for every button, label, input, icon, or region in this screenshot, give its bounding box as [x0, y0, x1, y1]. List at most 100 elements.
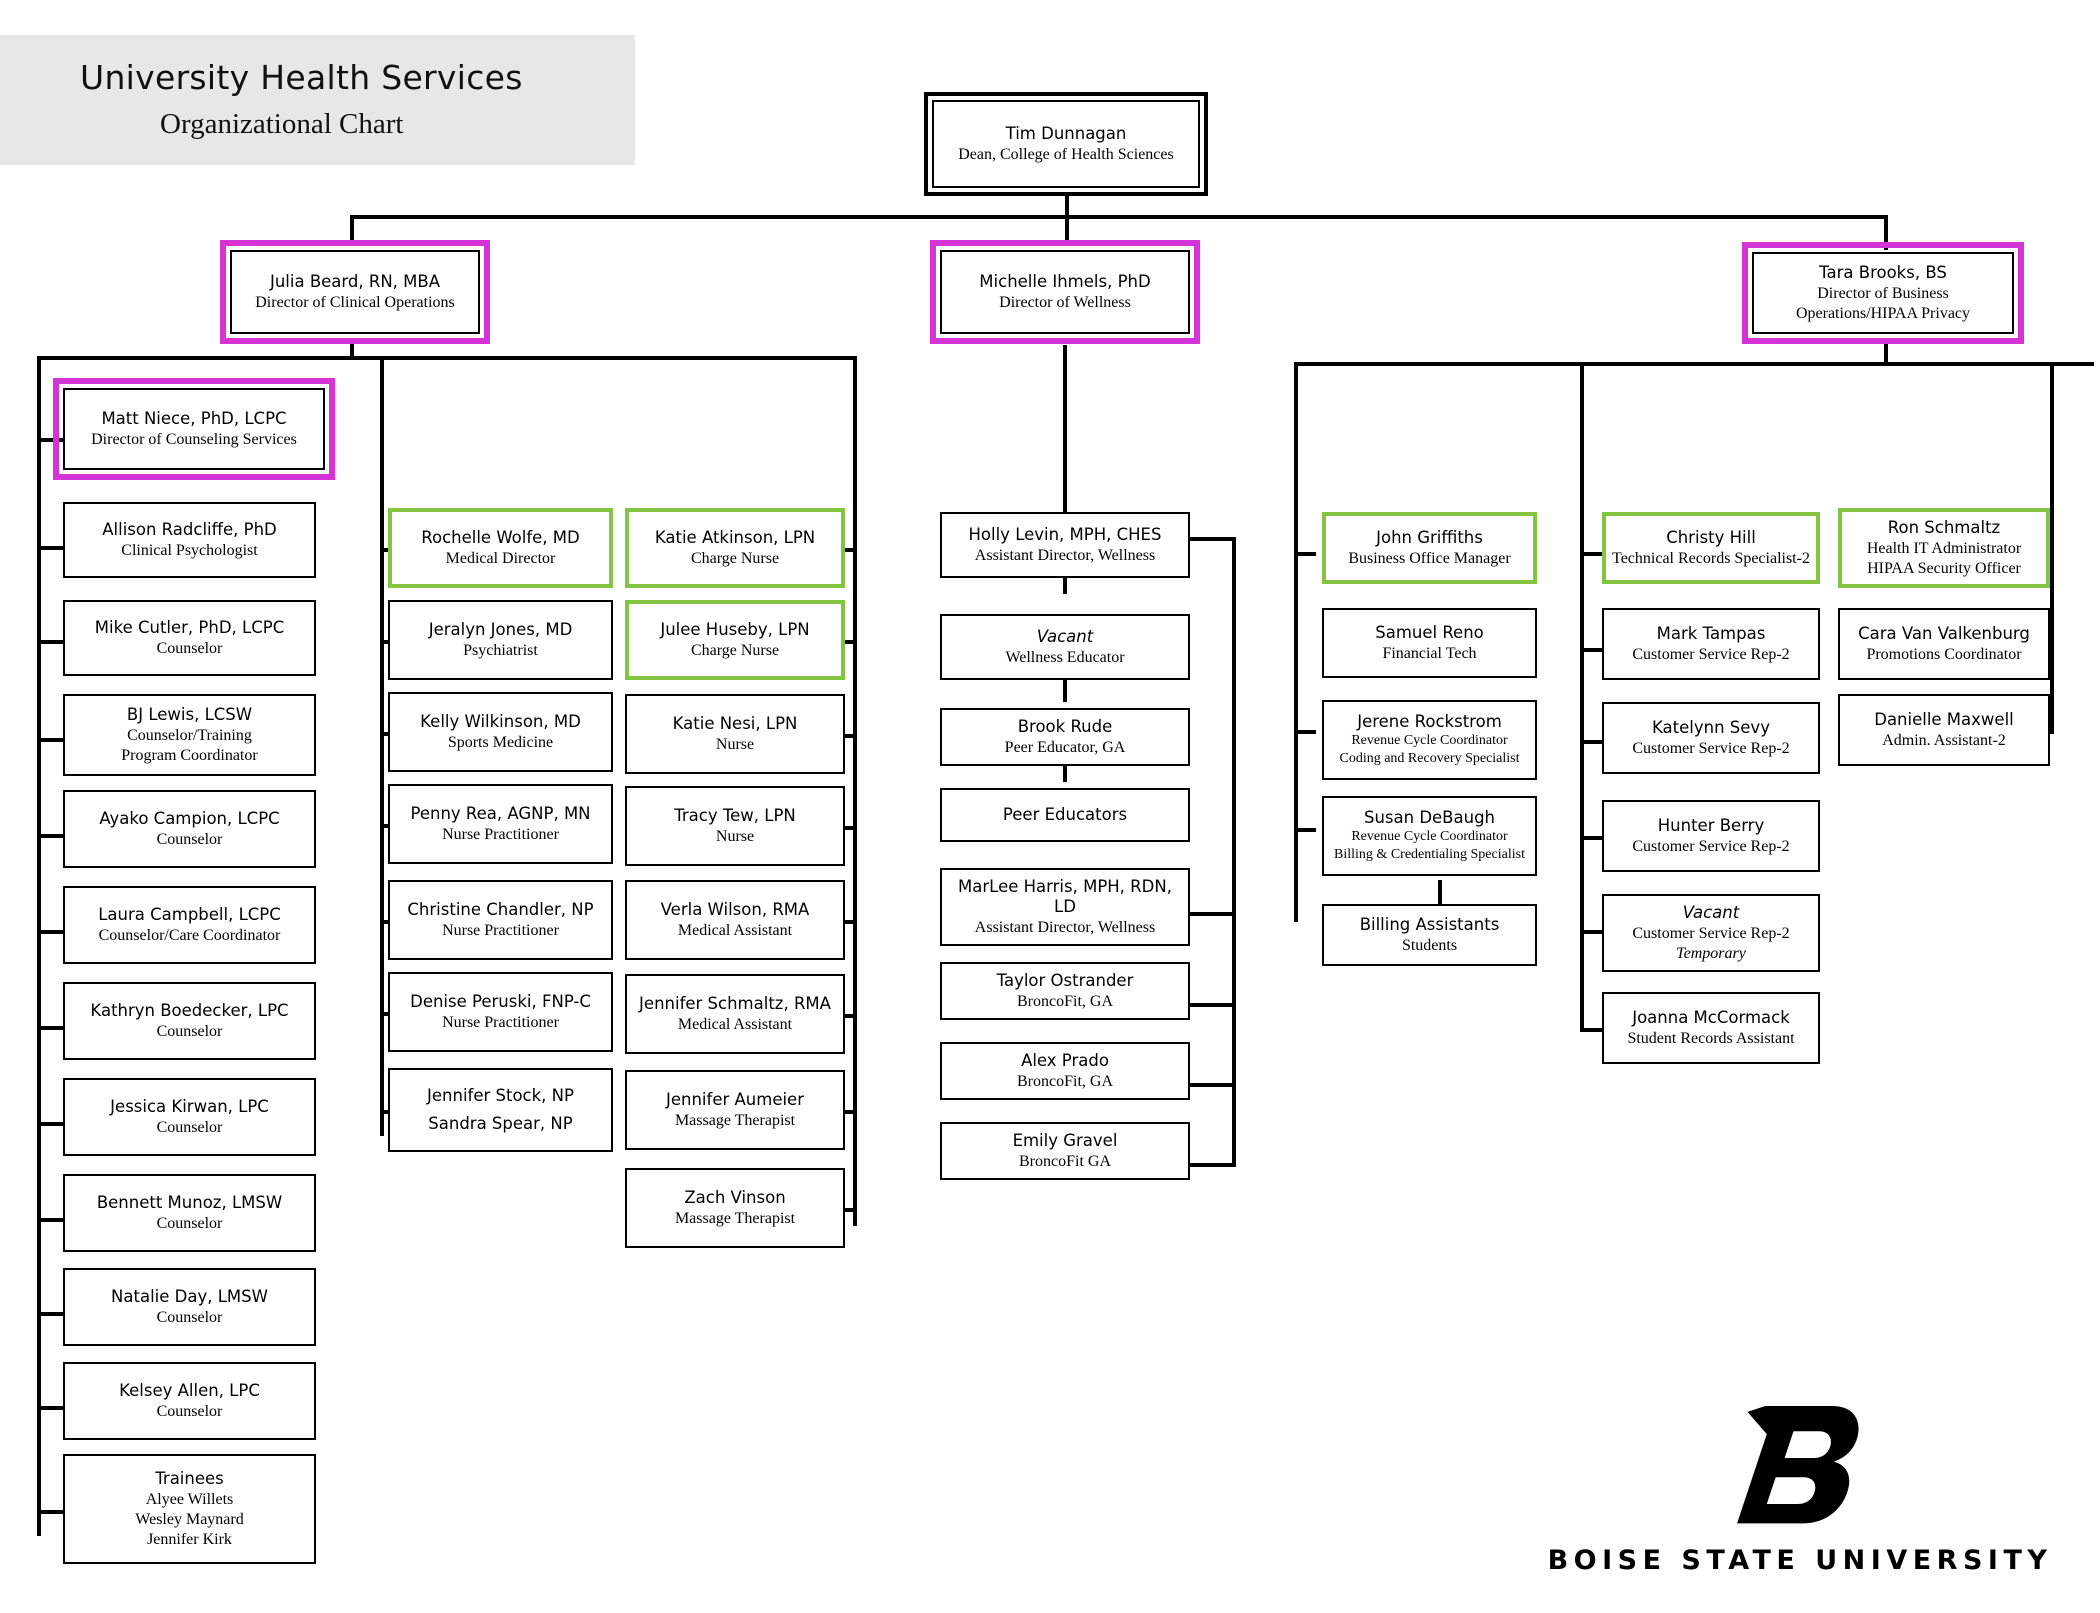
logo-wordmark: BOISE STATE UNIVERSITY: [1547, 1545, 2053, 1576]
node-title: Counselor: [156, 1402, 223, 1420]
node-c8[interactable]: Bennett Munoz, LMSW Counselor: [63, 1174, 316, 1252]
node-title: Wellness Educator: [1005, 648, 1125, 666]
node-title-2: HIPAA Security Officer: [1867, 560, 2021, 578]
node-title-2: Coding and Recovery Specialist: [1339, 751, 1520, 767]
node-c9[interactable]: Natalie Day, LMSW Counselor: [63, 1268, 316, 1346]
node-s3[interactable]: Katelynn Sevy Customer Service Rep-2: [1602, 702, 1820, 774]
node-name: Christy Hill: [1666, 527, 1756, 547]
stub: [1294, 730, 1316, 734]
node-w8[interactable]: Emily Gravel BroncoFit GA: [940, 1122, 1190, 1180]
trunk-business: [1294, 362, 1298, 922]
node-c10[interactable]: Kelsey Allen, LPC Counselor: [63, 1362, 316, 1440]
node-m4[interactable]: Penny Rea, AGNP, MN Nurse Practitioner: [388, 784, 613, 864]
node-title: Clinical Psychologist: [121, 541, 258, 559]
node-n8[interactable]: Zach Vinson Massage Therapist: [625, 1168, 845, 1248]
node-name: Christine Chandler, NP: [407, 899, 594, 919]
node-title: Massage Therapist: [674, 1111, 796, 1129]
node-title: Medical Assistant: [677, 1015, 793, 1033]
page-subtitle: Organizational Chart: [160, 108, 404, 140]
node-s6[interactable]: Joanna McCormack Student Records Assista…: [1602, 992, 1820, 1064]
node-director-clinical-operations[interactable]: Julia Beard, RN, MBA Director of Clinica…: [220, 240, 490, 344]
node-director-wellness[interactable]: Michelle Ihmels, PhD Director of Wellnes…: [930, 240, 1200, 344]
node-m3[interactable]: Kelly Wilkinson, MD Sports Medicine: [388, 692, 613, 772]
node-m7[interactable]: Jennifer Stock, NP Sandra Spear, NP: [388, 1068, 613, 1152]
node-director-business-operations[interactable]: Tara Brooks, BS Director of Business Ope…: [1742, 242, 2024, 344]
node-s5[interactable]: Vacant Customer Service Rep-2 Temporary: [1602, 894, 1820, 972]
node-name: Billing Assistants: [1359, 914, 1500, 934]
node-b5[interactable]: Billing Assistants Students: [1322, 904, 1537, 966]
node-name: Matt Niece, PhD, LCPC: [101, 408, 287, 428]
node-name: Zach Vinson: [684, 1187, 786, 1207]
stub: [37, 1122, 63, 1126]
stub: [1190, 912, 1236, 916]
stub: [1190, 1003, 1236, 1007]
node-c4[interactable]: Ayako Campion, LCPC Counselor: [63, 790, 316, 868]
node-b3[interactable]: Jerene Rockstrom Revenue Cycle Coordinat…: [1322, 700, 1537, 780]
node-i3[interactable]: Danielle Maxwell Admin. Assistant-2: [1838, 694, 2050, 766]
node-c5[interactable]: Laura Campbell, LCPC Counselor/Care Coor…: [63, 886, 316, 964]
node-s2[interactable]: Mark Tampas Customer Service Rep-2: [1602, 608, 1820, 680]
stub: [1438, 880, 1442, 904]
node-name: Trainees: [155, 1468, 224, 1488]
stub: [1294, 828, 1316, 832]
node-m1[interactable]: Rochelle Wolfe, MD Medical Director: [388, 508, 613, 588]
node-s4[interactable]: Hunter Berry Customer Service Rep-2: [1602, 800, 1820, 872]
node-c3[interactable]: BJ Lewis, LCSW Counselor/Training Progra…: [63, 694, 316, 776]
node-m2[interactable]: Jeralyn Jones, MD Psychiatrist: [388, 600, 613, 680]
node-w5[interactable]: MarLee Harris, MPH, RDN, LD Assistant Di…: [940, 868, 1190, 946]
node-title: Charge Nurse: [690, 549, 780, 567]
node-s1[interactable]: Christy Hill Technical Records Specialis…: [1602, 512, 1820, 584]
node-n7[interactable]: Jennifer Aumeier Massage Therapist: [625, 1070, 845, 1150]
stub: [1063, 680, 1067, 702]
node-b2[interactable]: Samuel Reno Financial Tech: [1322, 608, 1537, 678]
node-director-counseling[interactable]: Matt Niece, PhD, LCPC Director of Counse…: [53, 378, 335, 480]
node-c1[interactable]: Allison Radcliffe, PhD Clinical Psycholo…: [63, 502, 316, 578]
node-dean[interactable]: Tim Dunnagan Dean, College of Health Sci…: [932, 100, 1200, 188]
node-b1[interactable]: John Griffiths Business Office Manager: [1322, 512, 1537, 584]
node-w6[interactable]: Taylor Ostrander BroncoFit, GA: [940, 962, 1190, 1020]
node-n1[interactable]: Katie Atkinson, LPN Charge Nurse: [625, 508, 845, 588]
node-name: Rochelle Wolfe, MD: [421, 527, 580, 547]
node-m5[interactable]: Christine Chandler, NP Nurse Practitione…: [388, 880, 613, 960]
node-title: Nurse: [715, 827, 755, 845]
node-name: Vacant: [1036, 626, 1094, 646]
node-title: Counselor/Training: [127, 726, 252, 744]
node-title: BroncoFit, GA: [1017, 992, 1113, 1010]
node-w1[interactable]: Holly Levin, MPH, CHES Assistant Directo…: [940, 512, 1190, 578]
connector-to-business: [1884, 215, 1888, 250]
node-w7[interactable]: Alex Prado BroncoFit, GA: [940, 1042, 1190, 1100]
node-w2[interactable]: Vacant Wellness Educator: [940, 614, 1190, 680]
node-name: Alex Prado: [1021, 1050, 1109, 1070]
node-n5[interactable]: Verla Wilson, RMA Medical Assistant: [625, 880, 845, 960]
node-n6[interactable]: Jennifer Schmaltz, RMA Medical Assistant: [625, 974, 845, 1054]
node-i1[interactable]: Ron Schmaltz Health IT Administrator HIP…: [1838, 508, 2050, 588]
node-n3[interactable]: Katie Nesi, LPN Nurse: [625, 694, 845, 774]
node-b4[interactable]: Susan DeBaugh Revenue Cycle Coordinator …: [1322, 796, 1537, 876]
node-c7[interactable]: Jessica Kirwan, LPC Counselor: [63, 1078, 316, 1156]
node-c11-trainees[interactable]: Trainees Alyee Willets Wesley Maynard Je…: [63, 1454, 316, 1564]
title-band: [0, 35, 635, 165]
node-title: Director of Wellness: [999, 293, 1131, 311]
node-title: Nurse: [715, 735, 755, 753]
org-chart-canvas: University Health Services Organizationa…: [0, 0, 2100, 1613]
node-n2[interactable]: Julee Huseby, LPN Charge Nurse: [625, 600, 845, 680]
stub: [37, 834, 63, 838]
node-name: Julee Huseby, LPN: [660, 619, 810, 639]
node-name: Ron Schmaltz: [1887, 517, 2001, 537]
node-w4[interactable]: Peer Educators: [940, 788, 1190, 842]
node-n4[interactable]: Tracy Tew, LPN Nurse: [625, 786, 845, 866]
trunk-medical: [380, 356, 384, 1136]
node-title: Counselor: [156, 830, 223, 848]
node-i2[interactable]: Cara Van Valkenburg Promotions Coordinat…: [1838, 608, 2050, 680]
node-c2[interactable]: Mike Cutler, PhD, LCPC Counselor: [63, 600, 316, 676]
node-c6[interactable]: Kathryn Boedecker, LPC Counselor: [63, 982, 316, 1060]
node-m6[interactable]: Denise Peruski, FNP-C Nurse Practitioner: [388, 972, 613, 1052]
stub: [37, 546, 63, 550]
node-name: Susan DeBaugh: [1363, 808, 1496, 828]
connector-clinical-bus: [37, 356, 857, 360]
stub: [1580, 552, 1602, 556]
node-name: Bennett Munoz, LMSW: [96, 1192, 283, 1212]
node-name: Samuel Reno: [1375, 622, 1484, 642]
stub: [37, 1026, 63, 1030]
node-w3[interactable]: Brook Rude Peer Educator, GA: [940, 708, 1190, 766]
